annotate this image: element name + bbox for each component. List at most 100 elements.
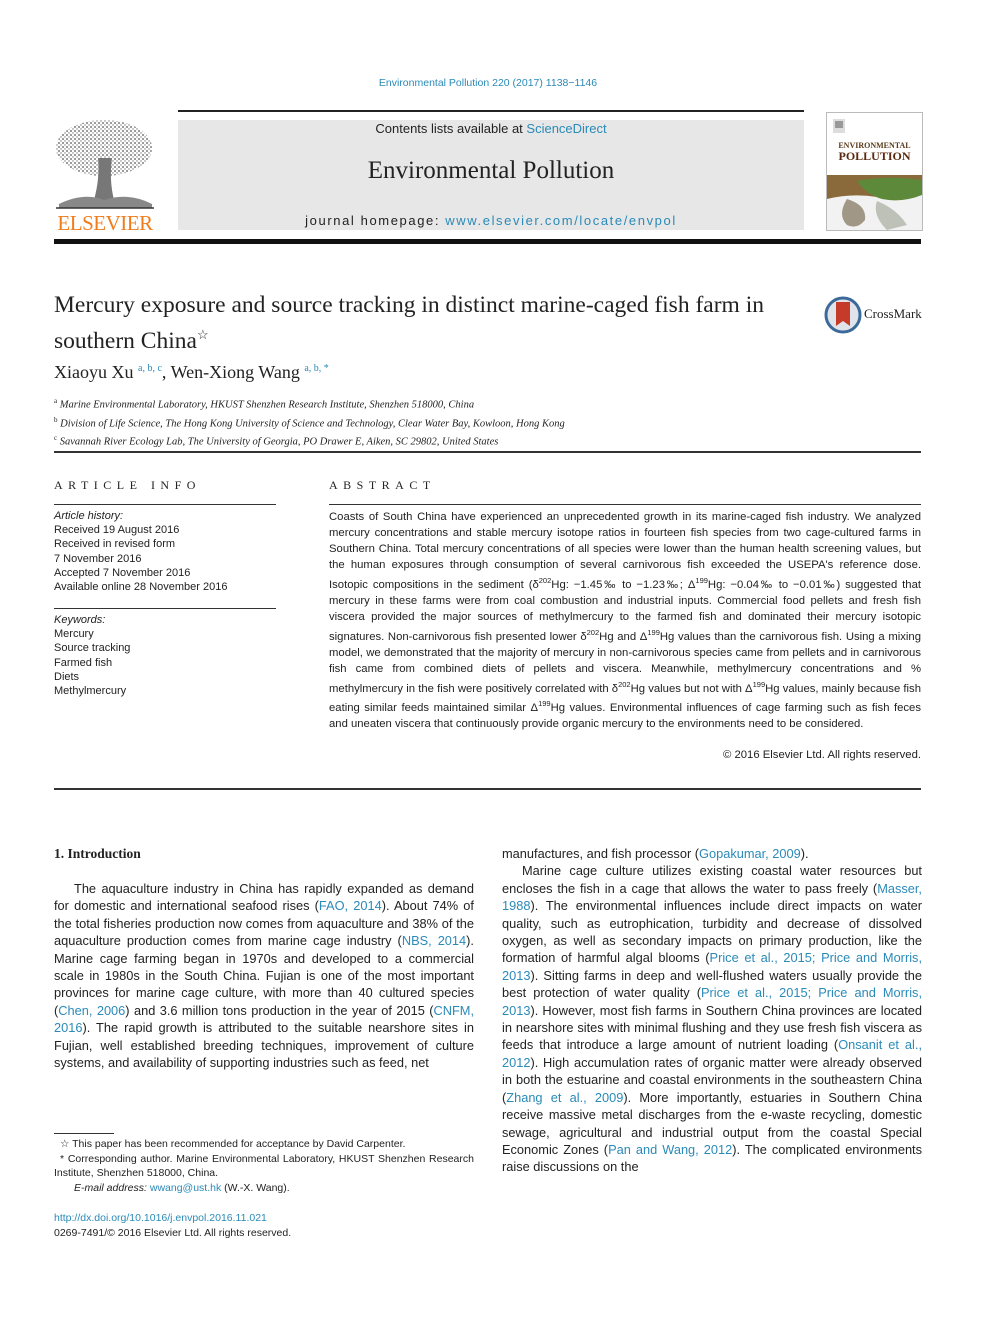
author-separator: , [161, 362, 171, 382]
citation-link[interactable]: Zhang et al., 2009 [506, 1090, 623, 1105]
citation-link[interactable]: FAO, 2014 [319, 898, 382, 913]
intro-paragraph: Marine cage culture utilizes existing co… [502, 862, 922, 1175]
author-affiliation-marks[interactable]: a, b, c [138, 363, 162, 374]
homepage-line: journal homepage: www.elsevier.com/locat… [178, 213, 804, 228]
intro-paragraph: The aquaculture industry in China has ra… [54, 880, 474, 1071]
keywords: Keywords: Mercury Source tracking Farmed… [54, 613, 276, 698]
citation-link[interactable]: Chen, 2006 [58, 1003, 125, 1018]
keyword-item: Farmed fish [54, 656, 113, 669]
history-item: Received 19 August 2016 [54, 524, 180, 537]
isotope-superscript: 202 [538, 576, 552, 585]
article-info-rule [54, 504, 276, 505]
body-text: ). [800, 846, 809, 861]
keyword-item: Source tracking [54, 642, 131, 655]
elsevier-tree-icon [56, 120, 154, 209]
affiliation-text: Savannah River Ecology Lab, The Universi… [59, 436, 499, 448]
elsevier-logo[interactable]: ELSEVIER [54, 118, 156, 235]
body-text: ) and 3.6 million tons production in the… [125, 1002, 434, 1018]
affiliation-text: Division of Life Science, The Hong Kong … [60, 418, 565, 430]
journal-name: Environmental Pollution [367, 157, 615, 184]
keyword-item: Mercury [54, 628, 94, 641]
elsevier-wordmark: ELSEVIER [57, 211, 153, 235]
footnotes: ☆ This paper has been recommended for ac… [54, 1137, 474, 1195]
citation-link[interactable]: Pan and Wang, 2012 [608, 1142, 732, 1157]
article-history: Article history: Received 19 August 2016… [54, 509, 276, 594]
affiliation-item: a Marine Environmental Laboratory, HKUST… [54, 394, 565, 413]
footnote-text: Corresponding author. Marine Environment… [54, 1152, 474, 1180]
email-link[interactable]: wwang@ust.hk [150, 1182, 221, 1194]
abstract-segment: Hg: −1.45‰ to −1.23‰; Δ [551, 578, 696, 591]
body-text: ). The rapid growth is attributed to the… [54, 1020, 474, 1071]
footnote-corresponding-author: * Corresponding author. Marine Environme… [54, 1152, 474, 1181]
intro-left-column: The aquaculture industry in China has ra… [54, 880, 474, 1071]
history-item: 7 November 2016 [54, 552, 142, 565]
crossmark-label: CrossMark [864, 306, 922, 321]
masthead-bottom-rule [54, 239, 921, 244]
title-footnote-mark[interactable]: ☆ [197, 327, 209, 342]
affiliation-list: a Marine Environmental Laboratory, HKUST… [54, 394, 565, 450]
body-text: Marine cage culture utilizes existing co… [502, 863, 922, 896]
history-item: Received in revised form [54, 538, 176, 551]
asterisk-footnote-mark: * [60, 1152, 68, 1165]
body-text: manufactures, and fish processor ( [502, 846, 700, 861]
footnote-rule [54, 1133, 114, 1134]
masthead-top-rule [178, 110, 804, 112]
journal-homepage-link[interactable]: www.elsevier.com/locate/envpol [445, 213, 677, 228]
affiliation-text: Marine Environmental Laboratory, HKUST S… [59, 399, 475, 411]
abstract-bottom-divider [54, 788, 921, 790]
email-suffix: (W.-X. Wang). [221, 1181, 290, 1194]
affiliation-item: c Savannah River Ecology Lab, The Univer… [54, 431, 565, 450]
email-label: E-mail address: [74, 1181, 150, 1194]
intro-paragraph-continued: manufactures, and fish processor (Gopaku… [502, 845, 922, 862]
author-affiliation-marks[interactable]: a, b, * [304, 363, 328, 374]
abstract-copyright: © 2016 Elsevier Ltd. All rights reserved… [723, 749, 921, 761]
abstract-heading: ABSTRACT [329, 478, 436, 492]
citation-link[interactable]: Gopakumar, 2009 [699, 846, 801, 861]
journal-cover-thumbnail[interactable]: ENVIRONMENTAL POLLUTION [826, 112, 923, 231]
journal-reference-link[interactable]: Environmental Pollution 220 (2017) 1138−… [0, 77, 976, 89]
abstract-segment: Hg and Δ [599, 630, 648, 643]
keywords-label: Keywords: [54, 614, 106, 626]
star-footnote-mark: ☆ [60, 1138, 73, 1150]
cover-title-line2: POLLUTION [838, 149, 911, 163]
doi-link[interactable]: http://dx.doi.org/10.1016/j.envpol.2016.… [54, 1212, 267, 1224]
cover-image [827, 175, 922, 230]
introduction-heading: 1. Introduction [54, 846, 141, 861]
affiliation-key: b [54, 415, 58, 424]
homepage-prefix: journal homepage: [305, 213, 446, 228]
contents-prefix: Contents lists available at [375, 121, 527, 136]
keywords-rule [54, 608, 276, 609]
article-title-text: Mercury exposure and source tracking in … [54, 292, 764, 354]
article-title: Mercury exposure and source tracking in … [54, 290, 804, 356]
article-history-label: Article history: [54, 510, 124, 522]
isotope-superscript: 199 [752, 679, 766, 689]
intro-right-column: manufactures, and fish processor (Gopaku… [502, 845, 922, 1176]
author-name[interactable]: Wen-Xiong Wang [171, 362, 300, 382]
contents-line: Contents lists available at ScienceDirec… [178, 121, 804, 136]
crossmark-icon [824, 296, 862, 334]
citation-link[interactable]: NBS, 2014 [402, 933, 466, 948]
crossmark-button[interactable]: CrossMark [824, 296, 924, 334]
header-divider [54, 451, 921, 453]
footnote-text: This paper has been recommended for acce… [72, 1138, 406, 1150]
abstract-segment: Hg values but not with Δ [630, 682, 753, 695]
affiliation-key: a [54, 397, 58, 405]
issn-line: 0269-7491/© 2016 Elsevier Ltd. All right… [54, 1226, 292, 1239]
author-name[interactable]: Xiaoyu Xu [54, 362, 134, 382]
sciencedirect-link[interactable]: ScienceDirect [526, 121, 606, 136]
abstract-rule [329, 504, 921, 505]
affiliation-key: c [54, 434, 58, 443]
footnote-email: E-mail address: wwang@ust.hk (W.-X. Wang… [54, 1181, 474, 1196]
isotope-superscript: 202 [618, 679, 631, 689]
abstract-text: Coasts of South China have experienced a… [329, 509, 921, 732]
history-item: Available online 28 November 2016 [54, 581, 228, 594]
keyword-item: Methylmercury [54, 685, 127, 698]
article-info-heading: ARTICLE INFO [54, 478, 201, 492]
isotope-superscript: 199 [538, 699, 551, 709]
keyword-item: Diets [54, 670, 80, 683]
cover-publisher-icon [833, 119, 845, 133]
doi-block: http://dx.doi.org/10.1016/j.envpol.2016.… [54, 1211, 291, 1240]
isotope-superscript: 199 [647, 627, 660, 637]
footnote-recommendation: ☆ This paper has been recommended for ac… [54, 1137, 474, 1152]
history-item: Accepted 7 November 2016 [54, 566, 191, 579]
